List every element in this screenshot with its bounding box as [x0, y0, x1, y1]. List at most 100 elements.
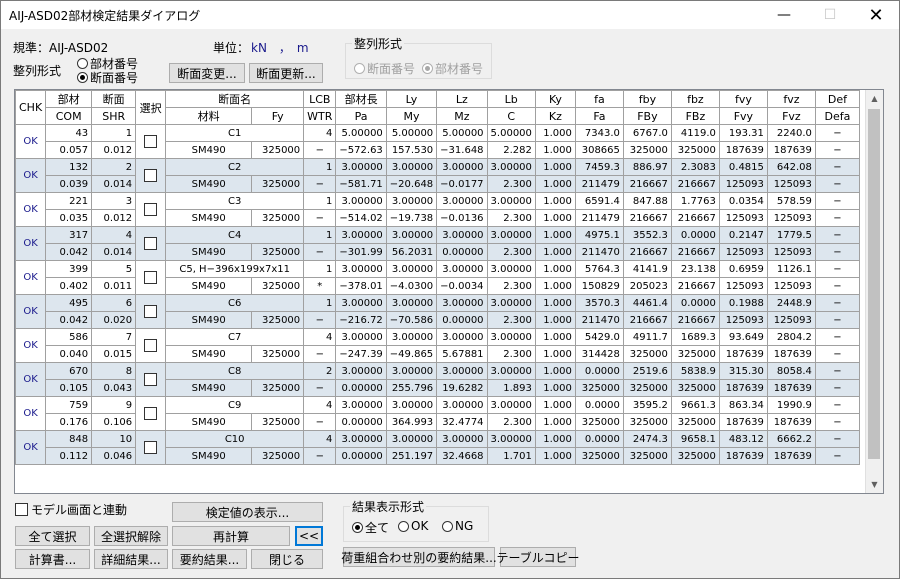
- column-header[interactable]: Ky: [534, 90, 576, 108]
- column-header[interactable]: FBz: [670, 107, 720, 125]
- change-section-button[interactable]: 断面変更...: [169, 63, 245, 83]
- table-row[interactable]: OK 848 10 C10 4 3.00000 3.00000 3.00000 3.00000 1…: [15, 430, 860, 465]
- table-row[interactable]: OK 43 1 C1 4 5.00000 5.00000 5.00000 5.00000 1.00…: [15, 124, 860, 159]
- column-header[interactable]: fbz: [670, 90, 720, 108]
- result-radio-all[interactable]: 全て: [352, 519, 389, 536]
- load-combo-summary-button[interactable]: 荷重組合わせ別の要約結果...: [341, 547, 497, 567]
- detail-results-button[interactable]: 詳細結果...: [94, 549, 168, 569]
- column-header[interactable]: 部材: [45, 90, 93, 108]
- select-all-button[interactable]: 全て選択: [15, 526, 90, 546]
- column-header[interactable]: Ly: [385, 90, 438, 108]
- table-row[interactable]: OK 670 8 C8 2 3.00000 3.00000 3.00000 3.00000 1.0…: [15, 362, 860, 397]
- value-cell: 325000: [622, 141, 672, 159]
- column-header[interactable]: Defa: [814, 107, 860, 125]
- value-cell: −: [814, 294, 860, 312]
- group2-option-label: 断面番号: [367, 62, 416, 76]
- value-cell: 8058.4: [766, 362, 816, 380]
- column-header[interactable]: Mz: [436, 107, 488, 125]
- sort-radio-section[interactable]: 断面番号: [77, 69, 138, 86]
- calc-report-button[interactable]: 計算書...: [15, 549, 90, 569]
- table-row[interactable]: OK 221 3 C3 1 3.00000 3.00000 3.00000 3.00000 1.0…: [15, 192, 860, 227]
- column-header[interactable]: LCB: [303, 90, 337, 108]
- close-button[interactable]: 閉じる: [251, 549, 323, 569]
- select-checkbox[interactable]: [144, 305, 158, 318]
- result-radio-ok[interactable]: OK: [398, 519, 428, 533]
- update-section-button[interactable]: 断面更新...: [249, 63, 323, 83]
- value-cell: 187639: [718, 413, 768, 431]
- select-checkbox[interactable]: [144, 135, 158, 148]
- column-header[interactable]: SHR: [91, 107, 137, 125]
- scroll-up-icon[interactable]: ▲: [866, 90, 883, 107]
- column-header[interactable]: WTR: [303, 107, 337, 125]
- column-header[interactable]: Fa: [574, 107, 624, 125]
- scroll-down-icon[interactable]: ▼: [866, 476, 883, 493]
- column-header[interactable]: Lz: [436, 90, 488, 108]
- dialog-window: AIJ-ASD02部材検定結果ダイアログ — ☐ ✕ 規準：AIJ-ASD02 …: [0, 0, 900, 579]
- table-row[interactable]: OK 132 2 C2 1 3.00000 3.00000 3.00000 3.00000 1.0…: [15, 158, 860, 193]
- column-header[interactable]: 選択: [135, 90, 167, 125]
- column-header[interactable]: fa: [574, 90, 624, 108]
- column-header[interactable]: fvy: [718, 90, 768, 108]
- value-cell: −: [814, 158, 860, 176]
- select-checkbox[interactable]: [144, 373, 158, 386]
- select-checkbox[interactable]: [144, 339, 158, 352]
- scroll-thumb[interactable]: [868, 109, 880, 459]
- select-checkbox[interactable]: [144, 271, 158, 284]
- value-cell: 251.197: [385, 447, 438, 465]
- column-header[interactable]: 部材長: [335, 90, 387, 108]
- table-row[interactable]: OK 495 6 C6 1 3.00000 3.00000 3.00000 3.00000 1.0…: [15, 294, 860, 329]
- column-header[interactable]: Fvz: [766, 107, 816, 125]
- select-checkbox[interactable]: [144, 441, 158, 454]
- result-radio-ng[interactable]: NG: [442, 519, 473, 533]
- column-header[interactable]: Def: [814, 90, 860, 108]
- results-grid[interactable]: CHK 部材 断面 選択 断面名 LCB 部材長 Ly Lz Lb Ky fa fby fbz fvy fvz…: [14, 89, 884, 494]
- collapse-button[interactable]: <<: [295, 526, 323, 546]
- value-cell: 3.00000: [385, 260, 438, 278]
- column-header[interactable]: FBy: [622, 107, 672, 125]
- value-cell: 3.00000: [486, 328, 536, 346]
- value-cell: 1.000: [534, 260, 576, 278]
- table-row[interactable]: OK 399 5 C5, H−396x199x7x11 1 3.00000 3.00000 3…: [15, 260, 860, 295]
- column-header[interactable]: C: [486, 107, 536, 125]
- section-name-cell: C7: [165, 328, 305, 346]
- select-checkbox[interactable]: [144, 203, 158, 216]
- column-header[interactable]: fby: [622, 90, 672, 108]
- select-checkbox[interactable]: [144, 169, 158, 182]
- value-cell: 3.00000: [335, 192, 387, 210]
- table-row[interactable]: OK 586 7 C7 4 3.00000 3.00000 3.00000 3.00000 1.0…: [15, 328, 860, 363]
- column-header[interactable]: COM: [45, 107, 93, 125]
- column-header[interactable]: fvz: [766, 90, 816, 108]
- summary-results-button[interactable]: 要約結果...: [172, 549, 247, 569]
- value-cell: 4461.4: [622, 294, 672, 312]
- value-cell: 2.300: [486, 345, 536, 363]
- table-row[interactable]: OK 317 4 C4 1 3.00000 3.00000 3.00000 3.00000 1.0…: [15, 226, 860, 261]
- column-header[interactable]: Pa: [335, 107, 387, 125]
- column-header[interactable]: My: [385, 107, 438, 125]
- column-header[interactable]: 断面: [91, 90, 137, 108]
- value-cell: 5838.9: [670, 362, 720, 380]
- result-option-label: 全て: [365, 521, 390, 535]
- column-header[interactable]: CHK: [15, 90, 47, 125]
- recalculate-button[interactable]: 再計算: [172, 526, 290, 546]
- table-row[interactable]: OK 759 9 C9 4 3.00000 3.00000 3.00000 3.00000 1.0…: [15, 396, 860, 431]
- close-icon[interactable]: ✕: [853, 1, 899, 29]
- column-header[interactable]: Fy: [251, 107, 305, 125]
- value-cell: 216667: [622, 175, 672, 193]
- deselect-all-button[interactable]: 全選択解除: [94, 526, 168, 546]
- column-header[interactable]: 材料: [165, 107, 253, 125]
- column-header[interactable]: 断面名: [165, 90, 305, 108]
- show-values-button[interactable]: 検定値の表示...: [172, 502, 323, 522]
- vertical-scrollbar[interactable]: ▲ ▼: [865, 90, 883, 493]
- material-cell: SM490: [165, 311, 253, 329]
- minimize-icon[interactable]: —: [761, 1, 807, 29]
- column-header[interactable]: Lb: [486, 90, 536, 108]
- column-header[interactable]: Fvy: [718, 107, 768, 125]
- column-header[interactable]: Kz: [534, 107, 576, 125]
- select-checkbox[interactable]: [144, 237, 158, 250]
- material-cell: SM490: [165, 243, 253, 261]
- link-model-checkbox[interactable]: [15, 503, 28, 516]
- value-cell: −: [814, 277, 860, 295]
- table-copy-button[interactable]: テーブルコピー: [496, 547, 580, 567]
- select-cell: [135, 430, 167, 465]
- select-checkbox[interactable]: [144, 407, 158, 420]
